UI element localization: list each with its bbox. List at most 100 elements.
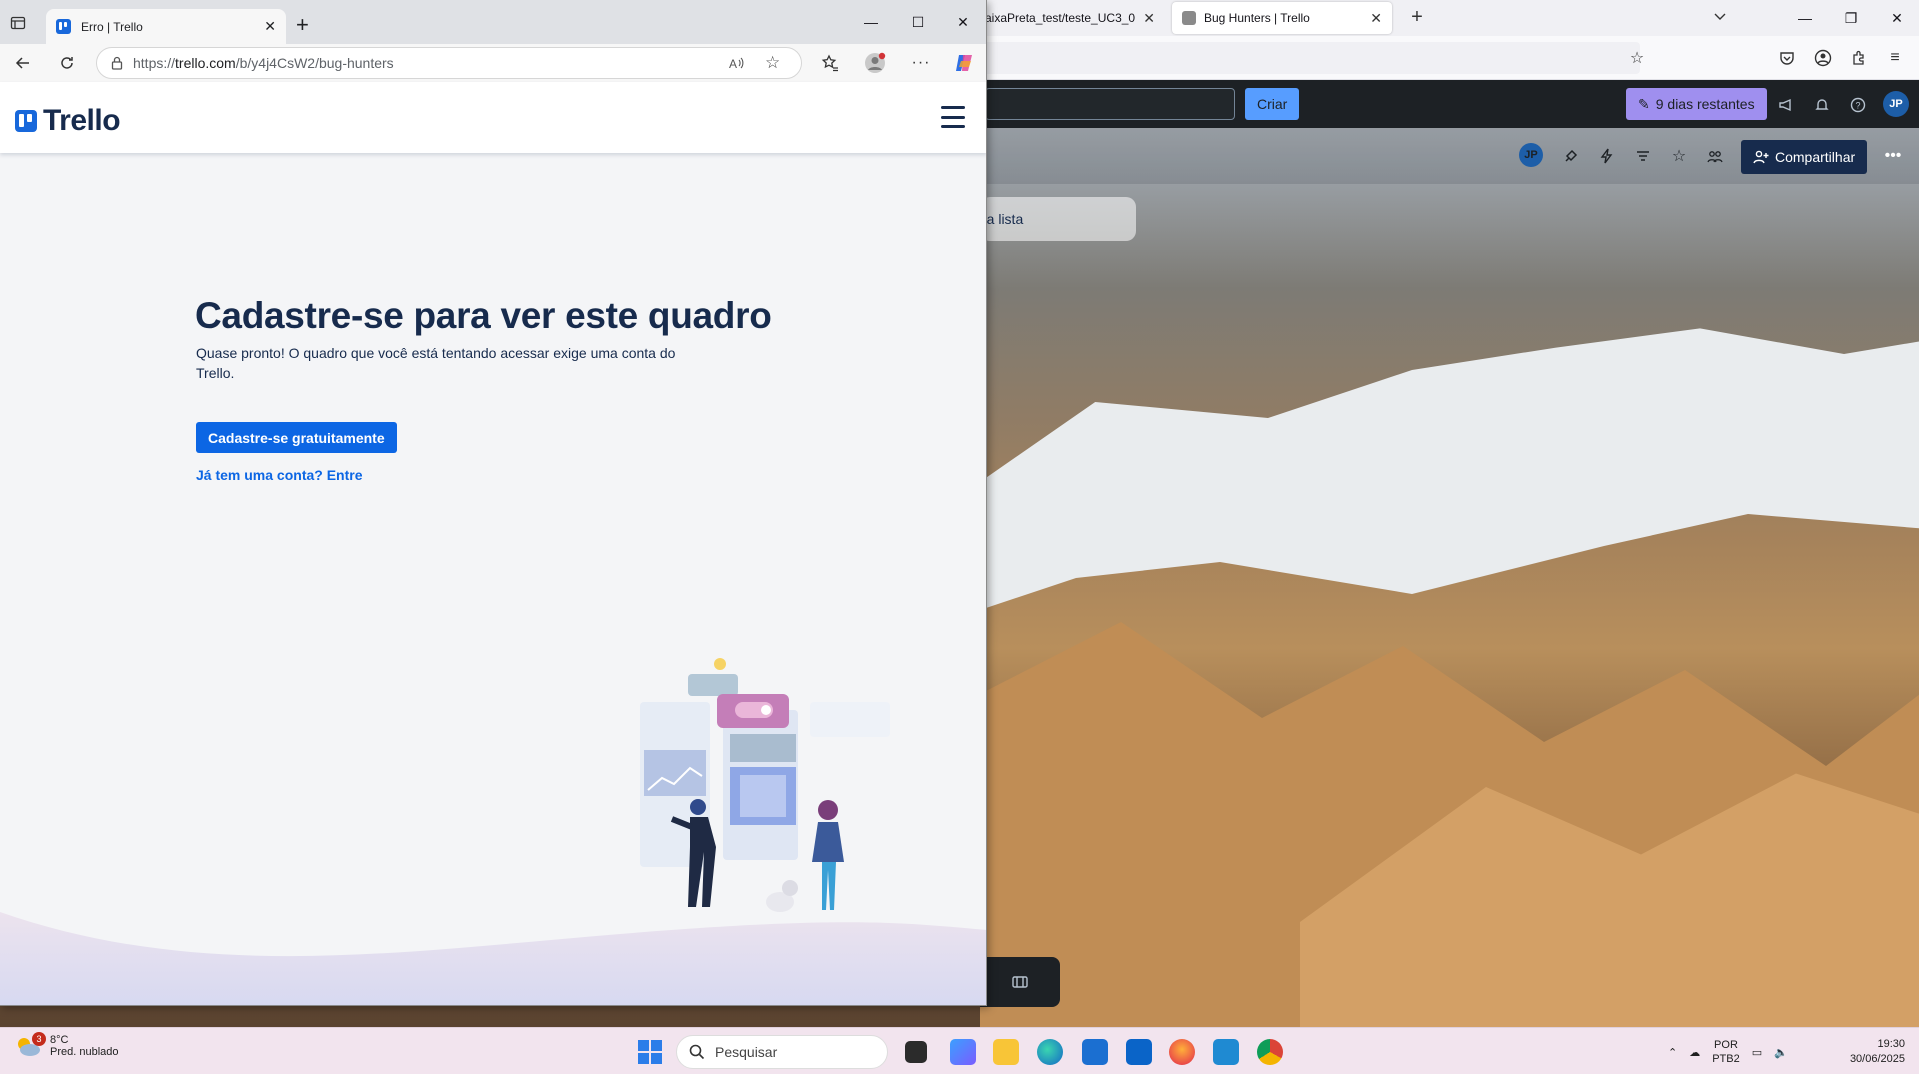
favorites-icon[interactable] xyxy=(819,52,841,74)
power-ups-icon[interactable] xyxy=(1559,144,1583,168)
notification-badge: 3 xyxy=(32,1032,46,1046)
trello-search-input[interactable] xyxy=(985,88,1235,120)
decorative-wave xyxy=(0,912,986,1005)
search-icon xyxy=(689,1044,705,1060)
board-switcher-icon[interactable] xyxy=(1011,974,1029,990)
background-snow xyxy=(980,328,1919,610)
lock-icon[interactable] xyxy=(111,56,123,70)
menu-icon[interactable]: ≡ xyxy=(1884,47,1906,69)
windows-taskbar: 3 8°C Pred. nublado Pesquisar ⌃ ☁ POR PTB… xyxy=(0,1027,1919,1074)
login-link[interactable]: Já tem uma conta? Entre xyxy=(196,467,363,483)
trello-favicon-icon xyxy=(56,19,71,34)
svg-text:A: A xyxy=(729,57,737,71)
close-icon[interactable]: ✕ xyxy=(264,18,276,35)
weather-condition: Pred. nublado xyxy=(50,1046,119,1058)
trello-logo-icon xyxy=(15,110,37,132)
trial-label: 9 dias restantes xyxy=(1655,96,1755,112)
edge-nav-bar: https://trello.com/b/y4j4CsW2/bug-hunter… xyxy=(0,44,986,82)
firefox-address-bar[interactable] xyxy=(960,42,1640,74)
megaphone-icon[interactable] xyxy=(1775,94,1797,116)
close-window-button[interactable]: ✕ xyxy=(948,10,978,34)
trello-signup-page: Trello Cadastre-se para ver este quadro … xyxy=(0,82,986,1005)
edge-tab-trello[interactable]: Erro | Trello ✕ xyxy=(46,9,286,44)
star-icon[interactable]: ☆ xyxy=(1667,144,1691,168)
illustration-people-dashboard xyxy=(640,658,890,912)
add-person-icon xyxy=(1753,149,1769,165)
weather-widget[interactable]: 3 8°C Pred. nublado xyxy=(14,1032,119,1058)
maximize-button[interactable]: ☐ xyxy=(903,10,933,34)
page-subtitle: Quase pronto! O quadro que você está ten… xyxy=(196,345,676,381)
firefox-icon[interactable] xyxy=(1169,1039,1195,1065)
network-icon[interactable]: ☁ xyxy=(1689,1046,1700,1059)
widgets-app-icon[interactable] xyxy=(950,1039,976,1065)
firefox-tab-github[interactable]: aixaPreta_test/teste_UC3_003.t ✕ xyxy=(975,2,1165,34)
trial-badge-button[interactable]: ✎ 9 dias restantes xyxy=(1626,88,1767,120)
close-icon[interactable]: ✕ xyxy=(1370,10,1382,27)
clock-date: 30/06/2025 xyxy=(1849,1053,1905,1065)
back-arrow-icon[interactable] xyxy=(12,52,34,74)
search-placeholder: Pesquisar xyxy=(715,1044,778,1060)
pocket-icon[interactable] xyxy=(1776,47,1798,69)
add-list-label: ra lista xyxy=(982,211,1024,227)
minimize-button[interactable]: — xyxy=(1790,6,1820,30)
share-label: Compartilhar xyxy=(1775,149,1856,165)
close-window-button[interactable]: ✕ xyxy=(1882,6,1912,30)
avatar[interactable]: JP xyxy=(1883,91,1909,117)
new-tab-button[interactable]: + xyxy=(1405,6,1429,29)
restore-button[interactable]: ❐ xyxy=(1836,6,1866,30)
bell-icon[interactable] xyxy=(1811,94,1833,116)
profile-avatar[interactable] xyxy=(864,52,886,74)
copilot-icon[interactable] xyxy=(953,52,975,74)
taskbar-search-box[interactable]: Pesquisar xyxy=(676,1035,888,1069)
tab-title: Erro | Trello xyxy=(81,19,143,34)
edge-window: Erro | Trello ✕ + — ☐ ✕ https://trello.c… xyxy=(0,0,987,1006)
weather-temperature: 8°C xyxy=(50,1034,69,1046)
trello-logo[interactable]: Trello xyxy=(15,104,121,138)
chrome-icon[interactable] xyxy=(1257,1039,1283,1065)
microsoft-store-icon[interactable] xyxy=(1082,1039,1108,1065)
file-explorer-icon[interactable] xyxy=(993,1039,1019,1065)
automation-icon[interactable] xyxy=(1595,144,1619,168)
display-icon[interactable]: ▭ xyxy=(1752,1046,1762,1059)
chevron-down-icon[interactable] xyxy=(1712,8,1728,24)
outlook-icon[interactable] xyxy=(1126,1039,1152,1065)
trello-favicon-icon xyxy=(1182,11,1196,25)
share-button[interactable]: Compartilhar xyxy=(1741,140,1868,174)
visibility-icon[interactable] xyxy=(1703,144,1727,168)
bookmark-star-icon[interactable]: ☆ xyxy=(1626,47,1648,69)
settings-more-icon[interactable]: ··· xyxy=(910,52,932,74)
cloudy-weather-icon: 3 xyxy=(14,1032,46,1058)
help-icon[interactable]: ? xyxy=(1847,94,1869,116)
hamburger-menu-icon[interactable] xyxy=(941,106,965,128)
member-avatar[interactable]: JP xyxy=(1519,143,1543,167)
create-button[interactable]: Criar xyxy=(1245,88,1300,120)
firefox-tab-trello[interactable]: Bug Hunters | Trello ✕ xyxy=(1172,2,1392,34)
task-view-icon[interactable] xyxy=(905,1041,927,1063)
windows-start-icon[interactable] xyxy=(638,1040,662,1064)
add-list-button[interactable]: ra lista xyxy=(980,197,1136,241)
read-aloud-icon[interactable]: A xyxy=(727,54,745,72)
favorite-star-icon[interactable]: ☆ xyxy=(765,53,780,73)
account-icon[interactable] xyxy=(1812,47,1834,69)
volume-icon[interactable]: 🔈 xyxy=(1774,1046,1788,1059)
signup-button[interactable]: Cadastre-se gratuitamente xyxy=(196,422,397,453)
address-bar[interactable]: https://trello.com/b/y4j4CsW2/bug-hunter… xyxy=(96,47,802,79)
tab-actions-icon[interactable] xyxy=(10,15,26,31)
vscode-icon[interactable] xyxy=(1213,1039,1239,1065)
close-icon[interactable]: ✕ xyxy=(1143,10,1155,27)
edge-icon[interactable] xyxy=(1037,1039,1063,1065)
trello-logo-text: Trello xyxy=(43,104,121,137)
language-indicator[interactable]: POR PTB2 xyxy=(1712,1038,1740,1066)
chevron-up-icon[interactable]: ⌃ xyxy=(1668,1046,1677,1059)
extensions-icon[interactable] xyxy=(1848,47,1870,69)
clock[interactable]: 19:30 30/06/2025 xyxy=(1835,1037,1905,1067)
tab-title: aixaPreta_test/teste_UC3_003.t xyxy=(985,11,1136,25)
more-icon[interactable]: ••• xyxy=(1881,144,1905,168)
refresh-icon[interactable] xyxy=(56,52,78,74)
filter-icon[interactable] xyxy=(1631,144,1655,168)
page-title: Cadastre-se para ver este quadro xyxy=(195,295,772,336)
url-text: https://trello.com/b/y4j4CsW2/bug-hunter… xyxy=(133,55,394,71)
new-tab-button[interactable]: + xyxy=(296,12,309,38)
clock-time: 19:30 xyxy=(1877,1038,1905,1050)
minimize-button[interactable]: — xyxy=(856,10,886,34)
